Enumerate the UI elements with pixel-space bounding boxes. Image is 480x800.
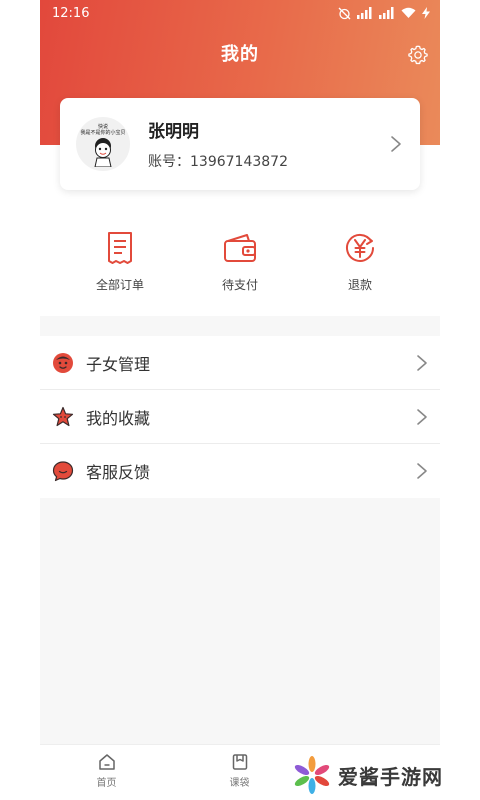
- star-icon: [52, 406, 74, 426]
- avatar: 快说 我是不是你的小宝贝: [76, 117, 130, 171]
- home-icon: [98, 754, 115, 770]
- refund-icon: [346, 233, 374, 262]
- nav-bag-label: 课袋: [229, 778, 250, 789]
- pinwheel-logo-icon: [294, 756, 330, 794]
- user-name: 张明明: [148, 122, 199, 142]
- pending-payment-label: 待支付: [221, 278, 258, 292]
- chevron-right-icon: [417, 354, 427, 371]
- bag-icon: [232, 754, 247, 770]
- chat-bubble-icon: [52, 461, 74, 482]
- menu-item-label: 我的收藏: [86, 408, 151, 428]
- profile-card[interactable]: 快说 我是不是你的小宝贝 张明明 账号：13967143872: [60, 98, 420, 190]
- page-title: 我的: [221, 44, 259, 65]
- signal-2-icon: [379, 7, 394, 19]
- watermark: 爱酱手游网: [292, 750, 480, 800]
- status-icons: [338, 7, 430, 20]
- all-orders-button[interactable]: 全部订单: [70, 230, 170, 300]
- watermark-text: 爱酱手游网: [338, 764, 443, 789]
- gear-icon: [408, 45, 428, 65]
- order-shortcuts: 全部订单 待支付 退款: [40, 230, 440, 300]
- chevron-right-icon: [390, 135, 402, 153]
- menu-item-label: 客服反馈: [86, 463, 151, 482]
- nav-home[interactable]: 首页: [40, 745, 173, 800]
- status-time: 12:16: [52, 5, 90, 21]
- nav-bag[interactable]: 课袋: [173, 745, 306, 800]
- status-bar: 12:16: [40, 0, 440, 26]
- settings-button[interactable]: [406, 43, 430, 67]
- profile-info: 张明明 账号：13967143872: [148, 117, 390, 171]
- account-number: 账号：13967143872: [148, 154, 288, 170]
- wallet-icon: [224, 234, 256, 262]
- refund-label: 退款: [347, 278, 372, 292]
- empty-content-area: [40, 498, 440, 744]
- charging-icon: [422, 7, 430, 19]
- menu-item-label: 子女管理: [86, 354, 151, 374]
- menu-item-customer-feedback[interactable]: 客服反馈: [40, 444, 440, 498]
- child-face-icon: [53, 352, 73, 373]
- cartoon-face-icon: [94, 138, 112, 167]
- refund-button[interactable]: 退款: [310, 230, 410, 300]
- menu-list: 子女管理 我的收藏 客服反馈: [40, 336, 440, 498]
- signal-icon: [357, 7, 372, 19]
- nav-home-label: 首页: [96, 778, 117, 789]
- all-orders-label: 全部订单: [95, 278, 144, 292]
- alarm-off-icon: [338, 7, 351, 19]
- chevron-right-icon: [417, 408, 427, 425]
- pending-payment-button[interactable]: 待支付: [190, 230, 290, 300]
- section-divider: [40, 316, 440, 336]
- menu-item-my-favorites[interactable]: 我的收藏: [40, 390, 440, 444]
- menu-item-children-management[interactable]: 子女管理: [40, 336, 440, 390]
- chevron-right-icon: [417, 463, 427, 479]
- avatar-caption: 快说 我是不是你的小宝贝: [80, 124, 126, 136]
- receipt-icon: [108, 232, 132, 264]
- wifi-icon: [401, 7, 416, 18]
